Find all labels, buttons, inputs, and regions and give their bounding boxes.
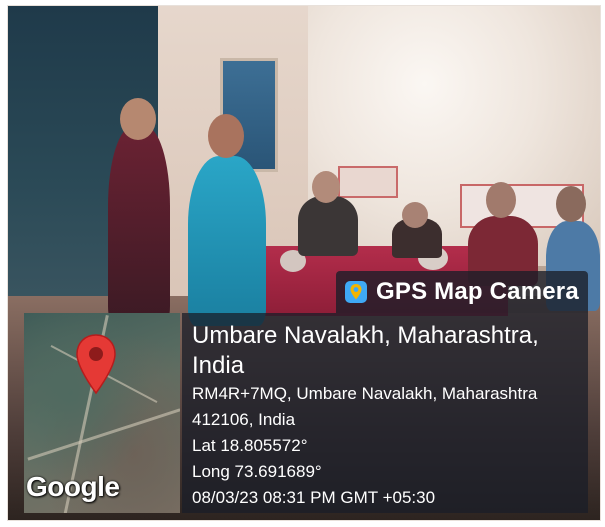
scene-person-head <box>402 202 428 228</box>
scene-person-head <box>556 186 586 222</box>
timestamp: 08/03/23 08:31 PM GMT +05:30 <box>192 488 436 507</box>
scene-person-head <box>312 171 340 203</box>
scene-person <box>188 156 266 326</box>
google-logo: Google <box>26 471 120 502</box>
location-title: Umbare Navalakh, Maharashtra, India <box>192 322 539 379</box>
gps-camera-badge: GPS Map Camera <box>336 271 588 313</box>
badge-title: GPS Map Camera <box>376 278 579 305</box>
scene-person-head <box>120 98 156 140</box>
location-info-panel: Umbare Navalakh, Maharashtra, India RM4R… <box>182 313 588 513</box>
map-road <box>27 408 180 461</box>
scene-person <box>298 196 358 256</box>
map-pin-app-icon <box>345 281 367 303</box>
map-thumbnail: Google <box>24 313 180 513</box>
location-marker-icon <box>76 334 116 395</box>
scene-person <box>108 126 170 326</box>
longitude: Long 73.691689° <box>192 462 322 481</box>
scene-person-head <box>486 182 516 218</box>
latitude: Lat 18.805572° <box>192 436 308 455</box>
address-line-2: 412106, India <box>192 410 296 429</box>
scene-person-head <box>208 114 244 158</box>
address-line-1: RM4R+7MQ, Umbare Navalakh, Maharashtra <box>192 384 538 403</box>
scene-banner-small <box>338 166 398 198</box>
